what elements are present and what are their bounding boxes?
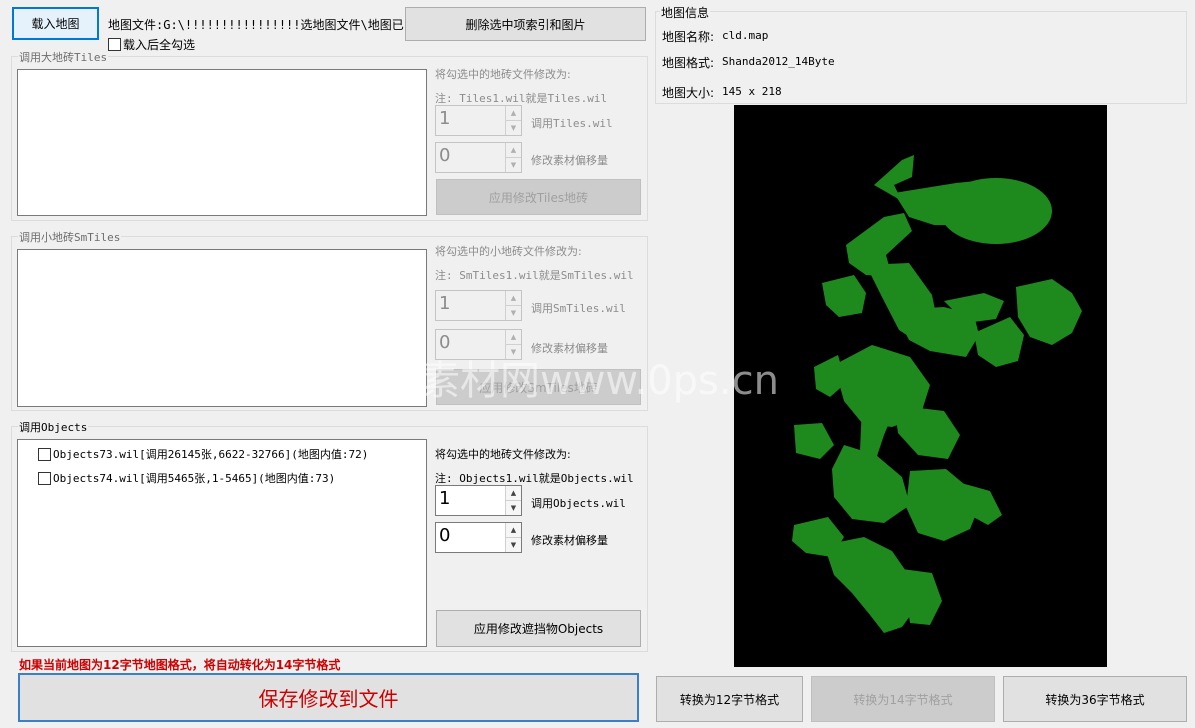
spin-down-icon[interactable]: ▼	[506, 537, 521, 552]
spin-up-icon[interactable]: ▲	[506, 291, 521, 306]
smtiles-index-value: 1	[439, 293, 451, 314]
apply-tiles-button[interactable]: 应用修改Tiles地砖	[436, 179, 641, 215]
spin-down-icon[interactable]: ▼	[506, 344, 521, 359]
map-land-shape	[792, 155, 1082, 633]
smtiles-listbox[interactable]	[17, 249, 427, 407]
tiles-change-to-label: 将勾选中的地砖文件修改为:	[435, 68, 571, 81]
select-all-after-load-label: 载入后全勾选	[123, 38, 196, 52]
spin-down-icon[interactable]: ▼	[506, 120, 521, 135]
save-to-file-button[interactable]: 保存修改到文件	[18, 673, 639, 722]
objects-group-legend: 调用Objects	[18, 419, 89, 435]
spin-up-icon[interactable]: ▲	[506, 523, 521, 538]
convert-12byte-button[interactable]: 转换为12字节格式	[656, 676, 803, 722]
tiles-offset-stepper[interactable]: 0 ▲ ▼	[435, 142, 522, 173]
map-preview-canvas	[792, 155, 1082, 633]
map-name-label: 地图名称:	[662, 30, 715, 44]
objects-offset-label: 修改素材偏移量	[531, 534, 608, 547]
spin-up-icon[interactable]: ▲	[506, 143, 521, 158]
load-map-button[interactable]: 载入地图	[12, 7, 99, 40]
objects-note: 注: Objects1.wil就是Objects.wil	[435, 472, 634, 485]
objects-item-label: Objects73.wil[调用26145张,6622-32766](地图内值:…	[53, 448, 369, 461]
tiles-group-legend: 调用大地砖Tiles	[18, 49, 109, 65]
tiles-index-value: 1	[439, 108, 451, 129]
convert-36byte-button[interactable]: 转换为36字节格式	[1003, 676, 1187, 722]
objects-index-suffix: 调用Objects.wil	[531, 497, 626, 510]
list-item[interactable]: Objects74.wil[调用5465张,1-5465](地图内值:73)	[18, 466, 426, 490]
tiles-note: 注: Tiles1.wil就是Tiles.wil	[435, 92, 608, 105]
map-file-path: 地图文件:G:\!!!!!!!!!!!!!!!!选地图文件\地图已完成\	[108, 18, 404, 32]
map-format-value: Shanda2012_14Byte	[722, 55, 835, 68]
tiles-index-stepper[interactable]: 1 ▲ ▼	[435, 105, 522, 136]
tiles-index-suffix: 调用Tiles.wil	[531, 117, 613, 130]
objects-offset-stepper[interactable]: 0 ▲ ▼	[435, 522, 522, 553]
map-size-label: 地图大小:	[662, 86, 715, 100]
objects-item-label: Objects74.wil[调用5465张,1-5465](地图内值:73)	[53, 472, 336, 485]
objects-listbox[interactable]: Objects73.wil[调用26145张,6622-32766](地图内值:…	[17, 439, 427, 647]
smtiles-note: 注: SmTiles1.wil就是SmTiles.wil	[435, 269, 634, 282]
tiles-offset-value: 0	[439, 145, 451, 166]
map-preview[interactable]	[734, 105, 1107, 667]
smtiles-index-stepper[interactable]: 1 ▲ ▼	[435, 290, 522, 321]
map-info-legend: 地图信息	[660, 4, 711, 21]
smtiles-offset-label: 修改素材偏移量	[531, 342, 608, 355]
tiles-offset-label: 修改素材偏移量	[531, 154, 608, 167]
spin-up-icon[interactable]: ▲	[506, 486, 521, 501]
delete-selected-button[interactable]: 删除选中项索引和图片	[405, 7, 646, 41]
objects-index-value: 1	[439, 488, 451, 509]
objects-index-stepper[interactable]: 1 ▲ ▼	[435, 485, 522, 516]
smtiles-group-legend: 调用小地砖SmTiles	[18, 229, 122, 245]
objects-change-to-label: 将勾选中的地砖文件修改为:	[435, 448, 571, 461]
smtiles-change-to-label: 将勾选中的小地砖文件修改为:	[435, 245, 582, 258]
map-size-value: 145 x 218	[722, 85, 782, 98]
objects-offset-value: 0	[439, 525, 451, 546]
checkbox-box[interactable]	[38, 447, 51, 461]
smtiles-offset-value: 0	[439, 332, 451, 353]
select-all-after-load-checkbox[interactable]: 载入后全勾选	[108, 36, 195, 53]
spin-down-icon[interactable]: ▼	[506, 157, 521, 172]
spin-up-icon[interactable]: ▲	[506, 106, 521, 121]
spin-down-icon[interactable]: ▼	[506, 500, 521, 515]
apply-objects-button[interactable]: 应用修改遮挡物Objects	[436, 610, 641, 647]
checkbox-box[interactable]	[108, 38, 121, 51]
tiles-listbox[interactable]	[17, 69, 427, 216]
smtiles-offset-stepper[interactable]: 0 ▲ ▼	[435, 329, 522, 360]
map-name-value: cld.map	[722, 29, 769, 42]
smtiles-index-suffix: 调用SmTiles.wil	[531, 302, 626, 315]
checkbox-box[interactable]	[38, 471, 51, 485]
spin-up-icon[interactable]: ▲	[506, 330, 521, 345]
spin-down-icon[interactable]: ▼	[506, 305, 521, 320]
apply-smtiles-button[interactable]: 应用修改SmTiles地砖	[436, 369, 641, 405]
map-format-label: 地图格式:	[662, 56, 715, 70]
list-item[interactable]: Objects73.wil[调用26145张,6622-32766](地图内值:…	[18, 442, 426, 466]
format-warning-text: 如果当前地图为12字节地图格式，将自动转化为14字节格式	[19, 658, 341, 672]
convert-14byte-button[interactable]: 转换为14字节格式	[811, 676, 995, 722]
